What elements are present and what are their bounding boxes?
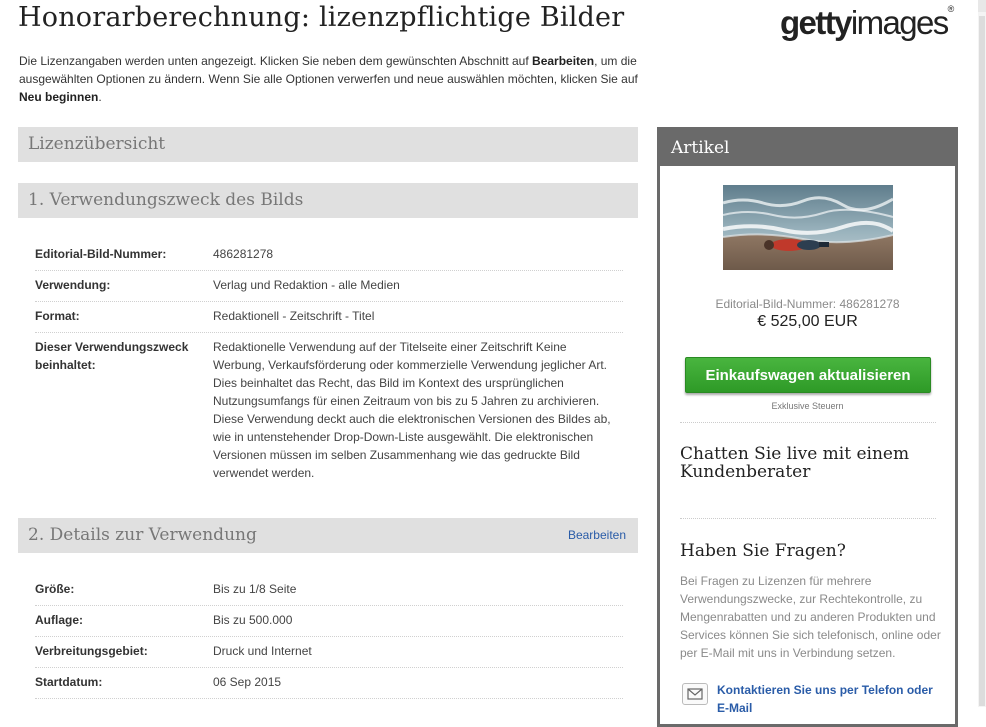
- intro-part-1: Die Lizenzangaben werden unten angezeigt…: [19, 54, 533, 68]
- row-key: Größe:: [35, 582, 75, 596]
- window-scrollbar[interactable]: [978, 0, 986, 707]
- row-value: Bis zu 500.000: [213, 613, 293, 627]
- row-key: Editorial-Bild-Nummer:: [35, 247, 167, 261]
- logo-registered-mark: ®: [947, 4, 955, 14]
- scrollbar-thumb[interactable]: [979, 16, 985, 706]
- row-key: Verwendung:: [35, 278, 111, 292]
- divider: [680, 518, 936, 519]
- license-overview-header: Lizenzübersicht: [18, 127, 638, 162]
- table-row: Startdatum: 06 Sep 2015: [35, 673, 623, 699]
- table-row: Größe: Bis zu 1/8 Seite: [35, 580, 623, 606]
- logo-main-text: getty: [780, 4, 852, 41]
- row-value: Druck und Internet: [213, 644, 312, 658]
- intro-bold-edit: Bearbeiten: [532, 54, 595, 68]
- row-value: Bis zu 1/8 Seite: [213, 582, 297, 596]
- update-cart-button[interactable]: Einkaufswagen aktualisieren: [685, 357, 931, 393]
- divider: [680, 422, 936, 423]
- row-key: Auflage:: [35, 613, 83, 627]
- row-key: Format:: [35, 309, 80, 323]
- logo-sub-text: images: [850, 4, 949, 41]
- envelope-icon[interactable]: [682, 683, 708, 705]
- row-value: Verlag und Redaktion - alle Medien: [213, 278, 400, 292]
- editorial-image-number: Editorial-Bild-Nummer: 486281278: [715, 297, 900, 311]
- table-row: Dieser Verwendungszweck beinhaltet: Reda…: [35, 338, 623, 490]
- article-panel: Artikel Editorial-Bild-Nummer: 486281278…: [657, 127, 958, 727]
- contact-link[interactable]: Kontaktieren Sie uns per Telefon oder E-…: [717, 681, 947, 717]
- license-overview-title: Lizenzübersicht: [28, 134, 166, 154]
- page-title: Honorarberechnung: lizenzpflichtige Bild…: [18, 2, 625, 33]
- gettyimages-logo[interactable]: gettyimages®: [780, 0, 954, 42]
- table-row: Editorial-Bild-Nummer: 486281278: [35, 245, 623, 271]
- edit-details-link[interactable]: Bearbeiten: [568, 518, 626, 553]
- table-row: Auflage: Bis zu 500.000: [35, 611, 623, 637]
- section-details-header: 2. Details zur Verwendung Bearbeiten: [18, 518, 638, 553]
- intro-bold-restart: Neu beginnen: [19, 90, 99, 104]
- faq-title: Haben Sie Fragen?: [680, 541, 846, 561]
- section-details-title: 2. Details zur Verwendung: [28, 525, 257, 545]
- live-chat-title[interactable]: Chatten Sie live mit einem Kundenberater: [680, 445, 940, 481]
- row-value: Redaktionell - Zeitschrift - Titel: [213, 309, 375, 323]
- intro-part-3: .: [98, 90, 102, 104]
- row-value: 06 Sep 2015: [213, 675, 282, 689]
- article-panel-title: Artikel: [660, 130, 955, 166]
- row-value: 486281278: [213, 247, 274, 261]
- table-row: Verbreitungsgebiet: Druck und Internet: [35, 642, 623, 668]
- row-key: Startdatum:: [35, 675, 103, 689]
- section-usage-header: 1. Verwendungszweck des Bilds: [18, 183, 638, 218]
- table-row: Verwendung: Verlag und Redaktion - alle …: [35, 276, 623, 302]
- article-thumbnail[interactable]: [723, 185, 893, 270]
- row-value: Redaktionelle Verwendung auf der Titelse…: [213, 340, 611, 480]
- faq-text: Bei Fragen zu Lizenzen für mehrere Verwe…: [680, 574, 941, 660]
- section-usage-title: 1. Verwendungszweck des Bilds: [28, 190, 304, 210]
- price: € 525,00 EUR: [757, 313, 858, 330]
- row-key: Verbreitungsgebiet:: [35, 644, 148, 658]
- scroll-up-arrow[interactable]: [978, 0, 986, 12]
- row-key: Dieser Verwendungszweck beinhaltet:: [35, 340, 189, 372]
- intro-text: Die Lizenzangaben werden unten angezeigt…: [19, 52, 649, 106]
- table-row: Format: Redaktionell - Zeitschrift - Tit…: [35, 307, 623, 333]
- tax-note: Exklusive Steuern: [771, 401, 844, 411]
